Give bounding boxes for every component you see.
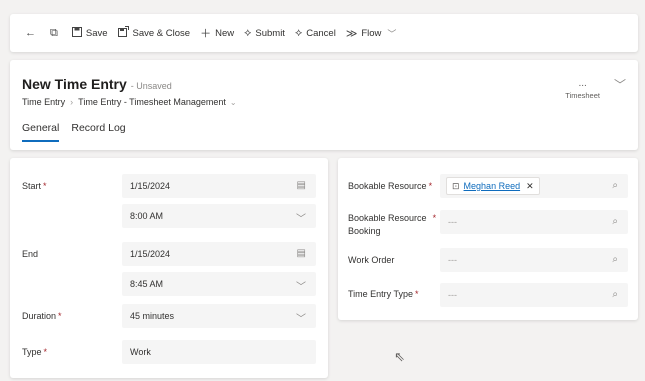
search-icon[interactable]: ⌕ [612, 254, 618, 265]
command-bar: ← ⧉ Save Save & Close ＋ New ⟡ Submit ⟡ C… [10, 14, 638, 52]
time-entry-type-placeholder: --- [448, 290, 457, 300]
save-close-icon [117, 26, 129, 40]
chevron-down-icon[interactable]: ﹀ [296, 210, 306, 225]
start-date-field[interactable]: 1/15/2024 ▤ [122, 174, 316, 198]
back-button[interactable]: ← [20, 20, 45, 46]
search-icon[interactable]: ⌕ [612, 216, 618, 227]
save-label: Save [85, 27, 108, 39]
duration-field[interactable]: 45 minutes ﹀ [122, 304, 316, 328]
start-date-value: 1/15/2024 [130, 181, 171, 191]
booking-lookup[interactable]: --- ⌕ [440, 210, 628, 234]
type-label: Type * [22, 347, 48, 357]
bookable-resource-label: Bookable Resource * [348, 181, 433, 191]
new-button[interactable]: ＋ New [195, 20, 239, 46]
time-details-section: Start * 1/15/2024 ▤ 8:00 AM ﹀ End 1/15/20… [10, 158, 328, 378]
breadcrumb-entity: Time Entry [22, 97, 66, 107]
start-label: Start * [22, 181, 47, 191]
tab-general[interactable]: General [22, 122, 60, 142]
open-in-window-icon: ⧉ [50, 26, 58, 39]
resource-tag[interactable]: ⊡ Meghan Reed ✕ [446, 177, 540, 195]
calendar-icon[interactable]: ▤ [297, 180, 306, 191]
start-time-field[interactable]: 8:00 AM ﹀ [122, 204, 316, 228]
search-icon[interactable]: ⌕ [612, 180, 618, 191]
save-status: - Unsaved [130, 81, 172, 91]
type-field[interactable]: Work [122, 340, 316, 364]
open-in-window-button[interactable]: ⧉ [45, 20, 67, 46]
new-label: New [215, 27, 235, 39]
form-selector[interactable]: Time Entry - Timesheet Management [78, 97, 226, 107]
work-order-placeholder: --- [448, 255, 457, 265]
end-time-value: 8:45 AM [130, 279, 164, 289]
timesheet-value: ... [578, 78, 587, 89]
calendar-icon[interactable]: ▤ [297, 248, 306, 259]
submit-label: Submit [255, 27, 285, 39]
tab-record-log[interactable]: Record Log [71, 122, 125, 142]
start-time-value: 8:00 AM [130, 211, 164, 221]
plus-icon: ＋ [200, 28, 212, 40]
time-entry-type-lookup[interactable]: --- ⌕ [440, 283, 628, 307]
chevron-down-icon: ﹀ [387, 28, 397, 39]
chevron-down-icon[interactable]: ﹀ [296, 278, 306, 293]
header-expand-chevron-icon[interactable]: ﹀ [614, 76, 626, 93]
save-close-label: Save & Close [132, 27, 191, 39]
title-row: New Time Entry - Unsaved [22, 76, 172, 92]
timesheet-label: Timesheet [565, 91, 600, 100]
save-button[interactable]: Save [67, 20, 113, 46]
page-title: New Time Entry [22, 76, 127, 92]
end-date-value: 1/15/2024 [130, 249, 171, 259]
arrow-left-icon: ← [25, 27, 36, 39]
submit-icon: ⟡ [244, 26, 252, 39]
booking-details-section: Bookable Resource * ⊡ Meghan Reed ✕ ⌕ Boo… [338, 158, 638, 320]
breadcrumb-separator-icon: › [70, 97, 74, 107]
duration-label: Duration * [22, 311, 62, 321]
work-order-label: Work Order [348, 255, 395, 265]
cancel-icon: ⟡ [294, 26, 303, 39]
mouse-pointer-icon: ⇖ [394, 349, 405, 364]
header-field-timesheet[interactable]: ... Timesheet [565, 78, 600, 101]
resource-link[interactable]: Meghan Reed [464, 181, 521, 191]
time-entry-type-label: Time Entry Type * [348, 289, 419, 299]
flow-label: Flow [361, 27, 382, 39]
submit-button[interactable]: ⟡ Submit [239, 20, 290, 46]
breadcrumb: Time Entry › Time Entry - Timesheet Mana… [22, 97, 237, 107]
save-icon [71, 26, 82, 40]
chevron-down-icon[interactable]: ⌄ [230, 98, 237, 107]
chevron-down-icon[interactable]: ﹀ [296, 310, 306, 325]
work-order-lookup[interactable]: --- ⌕ [440, 248, 628, 272]
remove-tag-icon[interactable]: ✕ [526, 181, 534, 192]
cancel-label: Cancel [306, 27, 336, 39]
end-label: End [22, 249, 39, 259]
search-icon[interactable]: ⌕ [612, 289, 618, 300]
end-date-field[interactable]: 1/15/2024 ▤ [122, 242, 316, 266]
booking-label: Bookable Resource * Booking [348, 213, 437, 236]
form-header: New Time Entry - Unsaved Time Entry › Ti… [10, 60, 638, 150]
cancel-button[interactable]: ⟡ Cancel [290, 20, 341, 46]
flow-icon: ≫ [345, 27, 358, 40]
booking-placeholder: --- [448, 217, 457, 227]
type-value: Work [130, 347, 151, 357]
resource-record-icon: ⊡ [452, 180, 460, 191]
duration-value: 45 minutes [130, 311, 175, 321]
end-time-field[interactable]: 8:45 AM ﹀ [122, 272, 316, 296]
bookable-resource-lookup[interactable]: ⊡ Meghan Reed ✕ ⌕ [440, 174, 628, 198]
tab-list: General Record Log [22, 122, 138, 142]
save-close-button[interactable]: Save & Close [113, 20, 196, 46]
flow-button[interactable]: ≫ Flow ﹀ [341, 20, 406, 46]
